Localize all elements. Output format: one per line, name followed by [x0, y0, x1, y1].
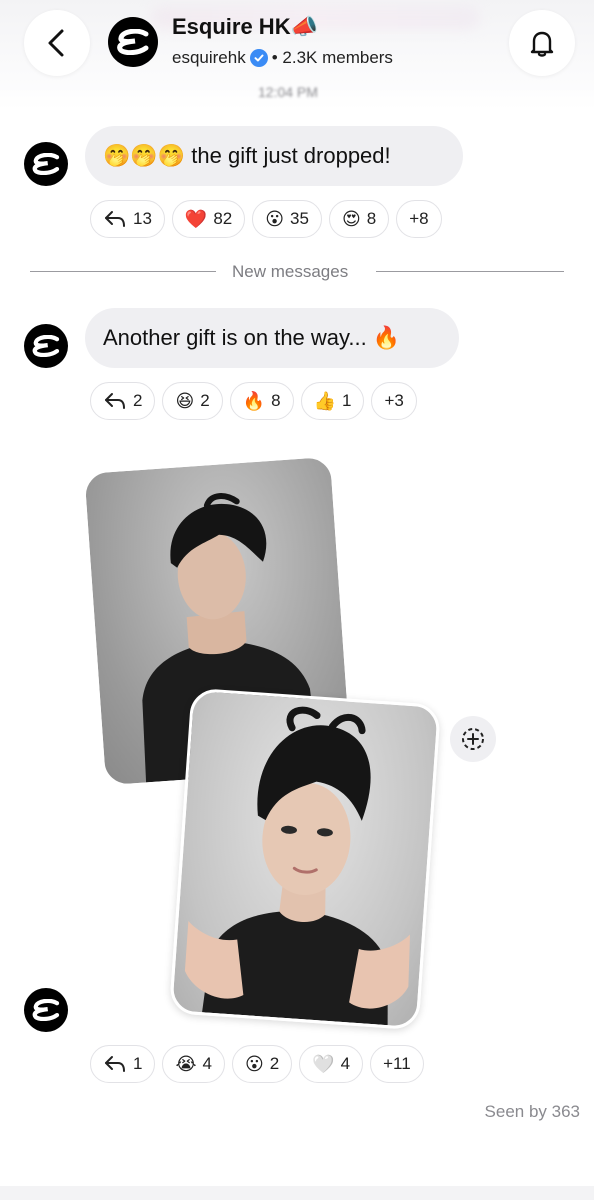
reaction-count: 4 [202, 1054, 212, 1073]
esquire-logo-icon [117, 29, 149, 55]
heart-eyes-emoji-icon: 😍 [341, 208, 361, 229]
reply-count-pill[interactable]: 2 [90, 382, 156, 420]
white-heart-emoji-icon: 🤍 [312, 1053, 335, 1074]
reaction-count: 4 [340, 1054, 351, 1073]
esquire-logo-icon [32, 335, 60, 357]
message-bubble[interactable]: 🤭🤭🤭 the gift just dropped! [85, 126, 463, 186]
fire-emoji-icon: 🔥 [242, 390, 266, 411]
verified-badge-icon [249, 49, 268, 67]
reaction-count: 82 [213, 209, 233, 228]
bottom-bar [0, 1186, 594, 1200]
member-count: • 2.3K members [271, 48, 393, 67]
divider-line-left [30, 271, 216, 272]
more-reactions-pill[interactable]: +8 [396, 200, 442, 238]
new-messages-label: New messages [232, 262, 349, 281]
surprised-emoji-icon: 😮 [244, 1053, 264, 1074]
photo-card[interactable] [168, 687, 442, 1031]
message-bubble[interactable]: Another gift is on the way... 🔥 [85, 308, 459, 368]
sender-avatar[interactable] [24, 142, 68, 186]
forward-to-story-button[interactable] [450, 716, 496, 762]
more-reactions-count: +3 [384, 391, 404, 410]
bell-icon [530, 31, 554, 57]
reaction-count: 2 [200, 391, 210, 410]
esquire-logo-icon [32, 153, 60, 175]
reaction-count: 1 [133, 1054, 143, 1073]
reaction-count: 1 [342, 391, 352, 410]
esquire-logo-icon [32, 999, 60, 1021]
reply-count-pill[interactable]: 13 [90, 200, 165, 238]
reply-count-pill[interactable]: 1 [90, 1045, 156, 1083]
channel-subtitle: esquirehk • 2.3K members [172, 48, 393, 68]
reply-icon [105, 1056, 125, 1072]
megaphone-icon: 📣 [290, 14, 318, 39]
portrait-photo [184, 706, 410, 1026]
channel-title-text: Esquire HK [172, 14, 291, 39]
add-circle-dashed-icon [462, 728, 484, 750]
surprised-emoji-icon: 😮 [265, 208, 285, 229]
chevron-left-icon [48, 29, 64, 57]
more-reactions-pill[interactable]: +11 [370, 1045, 424, 1083]
reaction-count: 13 [133, 209, 152, 228]
reaction-pill-crying[interactable]: 😭 4 [162, 1045, 225, 1083]
notifications-button[interactable] [509, 10, 575, 76]
reactions-row: 1 😭 4 😮 2 🤍 4 +11 [90, 1045, 424, 1083]
reaction-count: 35 [290, 209, 309, 228]
reaction-count: 2 [269, 1054, 280, 1073]
channel-handle: esquirehk [172, 48, 246, 67]
heart-emoji-icon: ❤️ [184, 208, 208, 229]
divider-line-right [376, 271, 564, 272]
laughing-emoji-icon: 😆 [175, 390, 195, 411]
reaction-count: 2 [133, 391, 143, 410]
reactions-row: 2 😆 2 🔥 8 👍 1 +3 [90, 382, 417, 420]
reaction-pill-heart-eyes[interactable]: 😍 8 [328, 200, 390, 238]
reaction-pill-fire[interactable]: 🔥 8 [229, 382, 294, 420]
channel-avatar[interactable] [108, 17, 158, 67]
crying-emoji-icon: 😭 [175, 1053, 197, 1074]
reaction-pill-laughing[interactable]: 😆 2 [162, 382, 223, 420]
more-reactions-pill[interactable]: +3 [371, 382, 417, 420]
chat-header: Esquire HK📣 esquirehk • 2.3K members 12:… [0, 0, 594, 110]
more-reactions-count: +8 [409, 209, 429, 228]
sender-avatar[interactable] [24, 988, 68, 1032]
reply-icon [105, 393, 125, 409]
seen-by-count: Seen by 363 [484, 1102, 580, 1121]
reaction-pill-white-heart[interactable]: 🤍 4 [299, 1045, 364, 1083]
sender-avatar[interactable] [24, 324, 68, 368]
reaction-pill-surprised[interactable]: 😮 35 [252, 200, 322, 238]
reaction-pill-thumbs-up[interactable]: 👍 1 [300, 382, 365, 420]
reaction-pill-surprised[interactable]: 😮 2 [231, 1045, 293, 1083]
reaction-pill-heart[interactable]: ❤️ 82 [171, 200, 246, 238]
reply-icon [105, 211, 125, 227]
back-button[interactable] [24, 10, 90, 76]
timestamp: 12:04 PM [258, 84, 318, 100]
more-reactions-count: +11 [383, 1054, 411, 1073]
reaction-count: 8 [366, 209, 377, 228]
thumbs-up-emoji-icon: 👍 [313, 390, 337, 411]
channel-title[interactable]: Esquire HK📣 [172, 14, 318, 40]
reactions-row: 13 ❤️ 82 😮 35 😍 8 +8 [90, 200, 442, 238]
reaction-count: 8 [271, 391, 281, 410]
